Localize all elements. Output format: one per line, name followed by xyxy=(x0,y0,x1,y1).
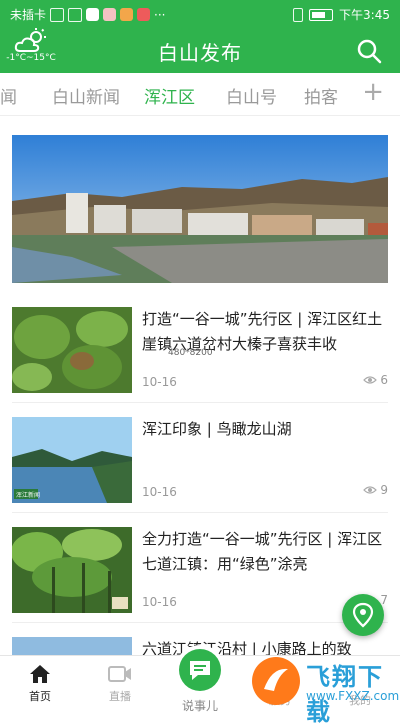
app-header: 未插卡 ··· 下午3:45 -1°C~15°C 白山发布 xyxy=(0,0,400,73)
divider xyxy=(12,512,388,513)
nav-live-label: 直播 xyxy=(109,690,131,703)
category-tabs: 闻 白山新闻 浑江区 白山号 拍客 + xyxy=(0,73,400,116)
watermark-url: www.FXXZ.com xyxy=(306,689,400,703)
nav-home-label: 首页 xyxy=(29,690,51,703)
hero-image[interactable] xyxy=(12,135,388,283)
view-count: 9 xyxy=(363,483,388,497)
location-pin-icon xyxy=(352,602,374,628)
location-button[interactable] xyxy=(342,594,384,636)
chat-icon xyxy=(190,661,210,680)
overlay-text: 480*8200 xyxy=(168,348,213,358)
news-thumbnail xyxy=(12,527,132,613)
view-count: 6 xyxy=(363,373,388,387)
watermark-logo-icon xyxy=(252,657,300,705)
wifi-icon xyxy=(68,7,83,22)
nav-talk-label: 说事儿 xyxy=(181,699,218,713)
thumb-caption: 浑江新闻 xyxy=(16,491,40,499)
battery-icon xyxy=(309,8,334,21)
news-date: 10-16 xyxy=(142,375,177,389)
eye-icon xyxy=(363,486,378,494)
notification-app-icon xyxy=(103,8,117,21)
news-thumbnail xyxy=(12,307,132,393)
add-tab-icon[interactable]: + xyxy=(362,77,384,107)
news-thumbnail: 浑江新闻 xyxy=(12,417,132,503)
nav-home[interactable]: 首页 xyxy=(10,664,70,704)
eye-icon xyxy=(363,376,378,384)
clock: 下午3:45 xyxy=(339,8,390,22)
news-title: 全力打造“一谷一城”先行区 | 浑江区七道江镇：用“绿色”涂亮 xyxy=(142,530,383,573)
view-count-value: 9 xyxy=(380,483,388,497)
news-thumbnail xyxy=(12,637,132,655)
site-watermark: 飞翔下载 www.FXXZ.com xyxy=(250,655,400,726)
divider xyxy=(12,622,388,623)
list-item[interactable]: 浑江新闻 浑江印象 | 鸟瞰龙山湖 10-16 9 xyxy=(12,417,388,517)
notification-app-icon xyxy=(137,8,151,21)
notification-app-icon xyxy=(86,8,100,21)
sim-icon xyxy=(50,7,65,22)
video-icon xyxy=(108,666,131,682)
tab-baishan-news[interactable]: 白山新闻 xyxy=(52,83,120,108)
status-bar: 未插卡 ··· 下午3:45 xyxy=(0,0,400,28)
talk-button[interactable] xyxy=(175,645,225,695)
home-icon xyxy=(30,665,50,683)
more-notifications-icon: ··· xyxy=(154,7,166,22)
notification-app-icon xyxy=(120,8,134,21)
list-item[interactable]: 全力打造“一谷一城”先行区 | 浑江区七道江镇：用“绿色”涂亮 10-16 7 xyxy=(12,527,388,627)
news-date: 10-16 xyxy=(142,595,177,609)
tab-hunjiang[interactable]: 浑江区 xyxy=(144,83,195,108)
search-icon[interactable] xyxy=(356,38,382,64)
tab-paike[interactable]: 拍客 xyxy=(304,83,338,108)
nav-live[interactable]: 直播 xyxy=(90,664,150,704)
news-date: 10-16 xyxy=(142,485,177,499)
news-title: 浑江印象 | 鸟瞰龙山湖 xyxy=(142,420,292,438)
tab-partial[interactable]: 闻 xyxy=(0,83,17,108)
divider xyxy=(12,402,388,403)
page-title: 白山发布 xyxy=(158,41,242,65)
carrier-label: 未插卡 xyxy=(10,8,47,22)
tab-baishan-hao[interactable]: 白山号 xyxy=(226,83,277,108)
vibrate-icon xyxy=(293,7,304,22)
view-count-value: 6 xyxy=(380,373,388,387)
